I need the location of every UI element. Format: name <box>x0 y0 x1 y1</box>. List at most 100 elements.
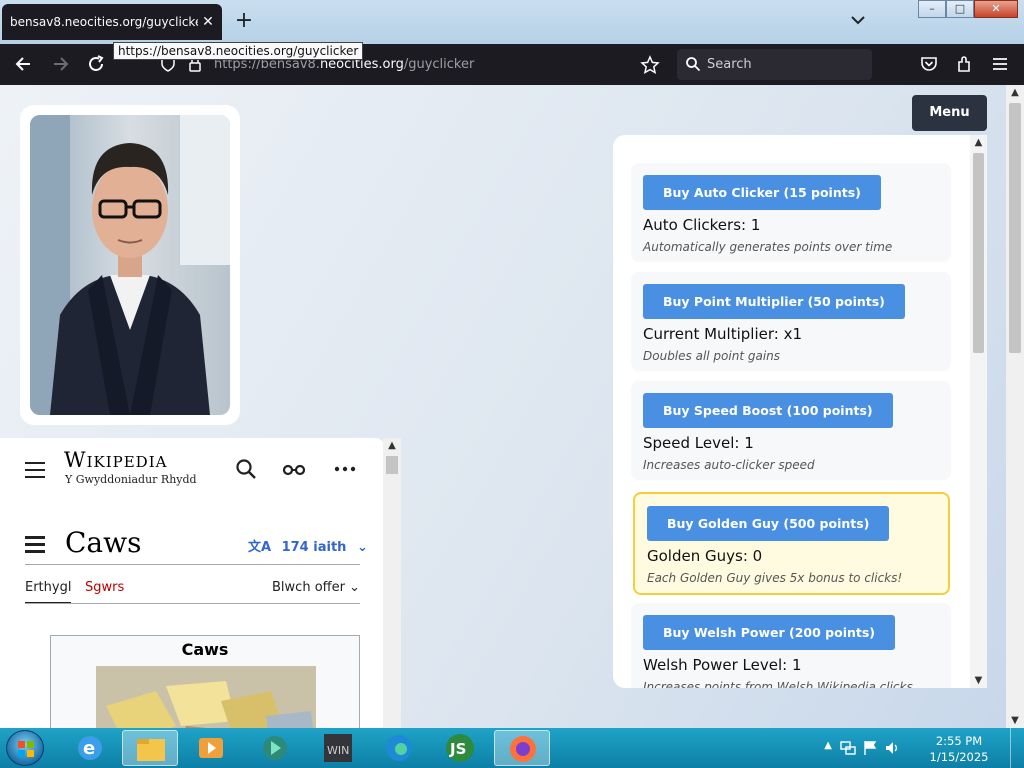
browser-tab[interactable]: bensav8.neocities.org/guyclicker ✕ <box>2 4 222 40</box>
shop-item-auto-clicker: Buy Auto Clicker (15 points) Auto Clicke… <box>631 163 951 262</box>
minimize-button[interactable]: – <box>918 0 946 18</box>
chevron-down-icon: ⌄ <box>356 540 368 555</box>
multiplier-description: Doubles all point gains <box>643 349 781 363</box>
infobox: Caws <box>50 635 360 728</box>
wiki-search-icon[interactable] <box>235 458 257 480</box>
file-explorer-icon[interactable] <box>122 730 178 766</box>
close-tab-icon[interactable]: ✕ <box>198 14 218 30</box>
buy-point-multiplier-button[interactable]: Buy Point Multiplier (50 points) <box>643 284 905 319</box>
scroll-up-arrow-icon[interactable]: ▲ <box>1006 87 1024 98</box>
multiplier-stat: Current Multiplier: x1 <box>643 325 803 343</box>
close-window-button[interactable]: ✕ <box>974 0 1018 18</box>
volume-icon[interactable] <box>884 740 900 756</box>
search-bar[interactable]: Search <box>677 49 872 80</box>
show-hidden-icons-icon[interactable]: ▲ <box>824 740 832 751</box>
media-player-icon[interactable] <box>183 730 239 766</box>
language-selector[interactable]: 文A 174 iaith ⌄ <box>248 536 368 555</box>
welsh-power-description: Increases points from Welsh Wikipedia cl… <box>643 680 913 688</box>
reload-icon[interactable] <box>86 54 106 74</box>
buy-speed-boost-button[interactable]: Buy Speed Boost (100 points) <box>643 393 893 428</box>
search-icon <box>686 57 701 72</box>
firefox-icon[interactable] <box>494 730 550 766</box>
more-options-icon[interactable] <box>334 458 356 480</box>
app-menu-icon[interactable] <box>990 54 1010 74</box>
bookmark-star-icon[interactable] <box>640 55 660 75</box>
page-scrollbar[interactable]: ▲ ▼ <box>1006 85 1024 728</box>
app-icon-green[interactable] <box>247 730 303 766</box>
app-icon-dark[interactable]: WIN <box>310 730 366 766</box>
shop-scrollbar[interactable]: ▲ ▼ <box>970 135 987 688</box>
extensions-icon[interactable] <box>955 54 975 74</box>
page-scroll-thumb[interactable] <box>1009 103 1021 353</box>
wikipedia-logo[interactable]: Wikipedia <box>64 448 167 472</box>
scroll-up-arrow-icon[interactable]: ▲ <box>970 137 987 148</box>
maximize-button[interactable]: □ <box>946 0 974 18</box>
show-desktop-button[interactable] <box>1010 728 1024 768</box>
golden-guys-stat: Golden Guys: 0 <box>647 547 763 565</box>
buy-golden-guy-button[interactable]: Buy Golden Guy (500 points) <box>647 506 890 541</box>
pocket-icon[interactable] <box>919 54 939 74</box>
scroll-up-arrow-icon[interactable]: ▲ <box>383 440 401 451</box>
edge-browser-icon[interactable] <box>371 730 427 766</box>
tools-menu[interactable]: Blwch offer ⌄ <box>272 580 360 595</box>
auto-clicker-description: Automatically generates points over time <box>643 240 893 254</box>
tab-article[interactable]: Erthygl <box>25 580 72 604</box>
windows-logo-icon <box>18 741 34 757</box>
shop-scroll-thumb[interactable] <box>973 153 984 353</box>
buy-auto-clicker-button[interactable]: Buy Auto Clicker (15 points) <box>643 175 881 210</box>
wiki-scroll-thumb[interactable] <box>386 456 398 474</box>
system-clock[interactable]: 2:55 PM 1/15/2025 <box>924 733 994 765</box>
infobox-title: Caws <box>181 640 229 659</box>
shop-item-welsh-power: Buy Welsh Power (200 points) Welsh Power… <box>631 603 951 688</box>
shop-item-point-multiplier: Buy Point Multiplier (50 points) Current… <box>631 272 951 371</box>
page-content: Menu Buy Auto Clicker (15 points) Auto C… <box>0 85 1024 728</box>
start-button[interactable] <box>6 730 44 766</box>
guy-photo[interactable] <box>30 115 230 415</box>
network-icon[interactable] <box>840 740 856 756</box>
wikipedia-frame: Wikipedia Y Gwyddoniadur Rhydd Caws 文A 1… <box>0 438 385 728</box>
tab-talk[interactable]: Sgwrs <box>85 580 124 595</box>
buy-welsh-power-button[interactable]: Buy Welsh Power (200 points) <box>643 615 896 650</box>
scroll-down-arrow-icon[interactable]: ▼ <box>970 675 987 686</box>
taskbar: e WIN JS ▲ 2:55 PM 1/15/2025 <box>0 728 1024 768</box>
list-tabs-icon[interactable] <box>850 12 866 28</box>
shop-panel: Buy Auto Clicker (15 points) Auto Clicke… <box>613 135 987 688</box>
clock-date: 1/15/2025 <box>929 750 989 764</box>
svg-text:e: e <box>83 738 95 759</box>
translate-icon: 文A <box>248 540 272 555</box>
title-bar: bensav8.neocities.org/guyclicker ✕ + – □… <box>0 0 1024 44</box>
wikipedia-wordmark: Wikipedia <box>64 448 168 472</box>
scroll-down-arrow-icon[interactable]: ▼ <box>1006 715 1024 726</box>
speed-level-stat: Speed Level: 1 <box>643 434 754 452</box>
window-controls: – □ ✕ <box>918 0 1018 18</box>
action-center-flag-icon[interactable] <box>862 740 878 756</box>
new-tab-button[interactable]: + <box>232 10 256 34</box>
svg-text:JS: JS <box>449 740 466 758</box>
wiki-scrollbar[interactable]: ▲ <box>383 438 401 728</box>
javascript-app-icon[interactable]: JS <box>432 730 488 766</box>
wiki-menu-icon[interactable] <box>25 462 45 483</box>
tools-label: Blwch offer <box>272 580 345 595</box>
shop-item-speed-boost: Buy Speed Boost (100 points) Speed Level… <box>631 381 951 480</box>
shop-item-golden-guy: Buy Golden Guy (500 points) Golden Guys:… <box>633 492 950 595</box>
clock-time: 2:55 PM <box>935 734 983 748</box>
auto-clickers-stat: Auto Clickers: 1 <box>643 216 761 234</box>
url-path: /guyclicker <box>403 57 475 72</box>
table-of-contents-icon[interactable] <box>25 536 45 557</box>
menu-button[interactable]: Menu <box>912 95 987 131</box>
divider <box>25 603 360 604</box>
cheese-image[interactable] <box>96 666 316 728</box>
forward-icon[interactable] <box>50 54 70 74</box>
wikipedia-tagline: Y Gwyddoniadur Rhydd <box>65 473 197 486</box>
chevron-down-icon: ⌄ <box>349 580 360 595</box>
search-placeholder: Search <box>707 57 752 72</box>
url-tooltip: https://bensav8.neocities.org/guyclicker <box>113 42 364 60</box>
welsh-power-stat: Welsh Power Level: 1 <box>643 656 802 674</box>
speed-boost-description: Increases auto-clicker speed <box>643 458 815 472</box>
divider <box>25 564 360 565</box>
back-icon[interactable] <box>14 54 34 74</box>
internet-explorer-icon[interactable]: e <box>62 730 118 766</box>
article-title: Caws <box>65 526 142 559</box>
reading-glasses-icon[interactable] <box>282 458 306 480</box>
guy-clicker-card[interactable] <box>20 105 240 425</box>
